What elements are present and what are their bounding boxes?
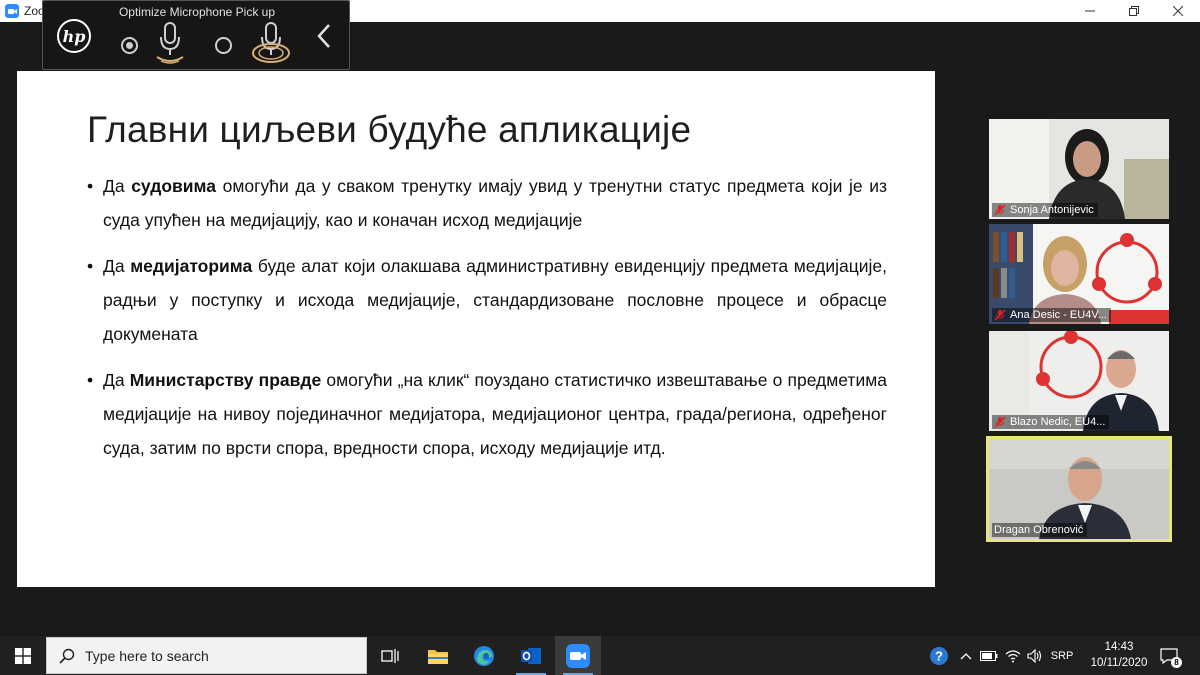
task-view-button[interactable] — [367, 636, 413, 675]
participant-video-tile[interactable]: Ana Desic - EU4V... — [989, 224, 1169, 324]
bullet-text: Да — [103, 256, 131, 276]
wifi-icon — [1005, 649, 1021, 662]
taskbar-search-box[interactable]: Type here to search — [46, 637, 367, 674]
network-tray-button[interactable] — [1002, 636, 1024, 675]
hp-logo: hp — [57, 19, 91, 53]
bullet-bold-text: медијаторима — [130, 256, 253, 276]
language-indicator[interactable]: SRP — [1048, 636, 1076, 675]
zoom-icon — [566, 643, 590, 668]
minimize-icon — [1085, 10, 1095, 12]
close-button[interactable] — [1156, 0, 1200, 22]
notification-count-badge: 8 — [1171, 657, 1182, 668]
file-explorer-button[interactable] — [415, 636, 461, 675]
outlook-icon — [521, 647, 541, 664]
participant-name-label: Ana Desic - EU4V... — [992, 308, 1111, 322]
window-controls — [1068, 0, 1200, 22]
hp-mic-widget: Optimize Microphone Pick up hp — [42, 0, 350, 70]
help-tray-button[interactable]: ? — [926, 636, 952, 675]
slide-title: Главни циљеви будуће апликације — [87, 109, 692, 150]
hp-widget-title: Optimize Microphone Pick up — [118, 5, 276, 19]
participant-name: Ana Desic - EU4V... — [1010, 309, 1107, 321]
search-placeholder: Type here to search — [85, 647, 209, 664]
participant-name-label: Blazo Nedic, EU4... — [992, 415, 1110, 429]
participant-name-label: Sonja Antonijevic — [992, 203, 1098, 217]
bullet-text: Да — [103, 176, 132, 196]
restore-icon — [1129, 6, 1139, 16]
participant-video-tile[interactable]: Blazo Nedic, EU4... — [989, 331, 1169, 431]
zoom-app-icon — [5, 4, 19, 18]
battery-tray-button[interactable] — [978, 636, 1000, 675]
participant-name-label: Dragan Obrenović — [992, 523, 1088, 537]
participant-name: Sonja Antonijevic — [1010, 204, 1094, 216]
wide-mic-radio[interactable] — [215, 37, 232, 54]
participant-video-tile-active-speaker[interactable]: Dragan Obrenović — [986, 436, 1172, 542]
battery-icon — [980, 650, 998, 661]
participant-video-tile[interactable]: Sonja Antonijevic — [989, 119, 1169, 219]
clock-date: 10/11/2020 — [1090, 657, 1148, 669]
show-hidden-icons-button[interactable] — [956, 636, 976, 675]
taskbar-clock[interactable]: 14:43 10/11/2020 — [1090, 639, 1148, 671]
wide-mic-icon[interactable] — [249, 19, 293, 65]
action-center-button[interactable] — [1156, 636, 1182, 675]
windows-logo-icon — [15, 647, 31, 664]
mic-muted-icon — [994, 416, 1006, 428]
bullet-text: Да — [103, 370, 130, 390]
task-view-icon — [381, 648, 399, 663]
bullet-bold-text: судовима — [131, 176, 216, 196]
mic-muted-icon — [994, 204, 1006, 216]
clock-time: 14:43 — [1104, 641, 1134, 653]
shared-slide: Главни циљеви будуће апликације Да судов… — [17, 71, 935, 587]
focused-mic-radio[interactable] — [121, 37, 138, 54]
volume-tray-button[interactable] — [1024, 636, 1046, 675]
participant-name: Blazo Nedic, EU4... — [1010, 416, 1106, 428]
file-explorer-icon — [428, 649, 448, 664]
slide-bullet: Да Министарству правде омогући „на клик“… — [87, 363, 887, 465]
language-label: SRP — [1050, 649, 1074, 662]
windows-taskbar: Type here to search ? SRP 14:43 10/11/20… — [0, 636, 1200, 675]
help-icon: ? — [930, 646, 948, 665]
outlook-button[interactable] — [508, 636, 554, 675]
chevron-left-icon[interactable] — [313, 21, 335, 51]
close-icon — [1173, 6, 1183, 16]
chevron-up-icon — [960, 652, 972, 659]
maximize-button[interactable] — [1112, 0, 1156, 22]
svg-text:?: ? — [935, 648, 943, 663]
focused-mic-icon[interactable] — [153, 21, 187, 65]
participant-name: Dragan Obrenović — [994, 524, 1084, 536]
search-icon — [59, 648, 75, 664]
mic-muted-icon — [994, 309, 1006, 321]
slide-bullet: Да медијаторима буде алат који олакшава … — [87, 249, 887, 351]
speaker-icon — [1027, 648, 1042, 663]
slide-bullet: Да судовима омогући да у сваком тренутку… — [87, 169, 887, 237]
edge-icon — [474, 645, 494, 666]
slide-bullet-list: Да судовима омогући да у сваком тренутку… — [87, 169, 887, 477]
start-button[interactable] — [0, 636, 46, 675]
bullet-bold-text: Министарству правде — [129, 370, 322, 390]
bullet-text: омогући да у сваком тренутку имају увид … — [103, 176, 887, 230]
hp-logo-text: hp — [62, 26, 86, 46]
minimize-button[interactable] — [1068, 0, 1112, 22]
edge-button[interactable] — [461, 636, 507, 675]
zoom-taskbar-button[interactable] — [555, 636, 601, 675]
